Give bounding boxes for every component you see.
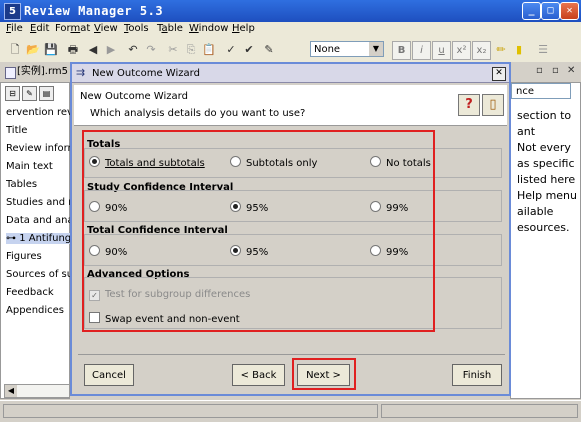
toolbar: 🗋 📂 💾 🖶 ◀ ▶ ↶ ↷ ✂ ⎘ 📋 ✓ ✔ ✎ None ▼ B i u… bbox=[0, 38, 581, 63]
tree-item[interactable]: Tables bbox=[6, 179, 71, 190]
tree-item-label: 1 Antifunga bbox=[19, 233, 71, 244]
guidance-pane: nce section to ant Not every as specific… bbox=[510, 82, 581, 399]
back-button[interactable]: < Back bbox=[232, 364, 285, 386]
collapse-icon[interactable]: ⊟ bbox=[5, 86, 20, 101]
next-highlight-frame bbox=[292, 358, 356, 390]
list-icon[interactable]: ☰ bbox=[532, 41, 554, 59]
maximize-icon[interactable]: □ bbox=[541, 2, 560, 20]
new-file-icon[interactable]: 🗋 bbox=[6, 41, 24, 59]
outline-tree: ⊟✎▤ ervention review Title Review inform… bbox=[0, 82, 71, 399]
close-icon[interactable]: ✕ bbox=[560, 2, 579, 20]
superscript-button[interactable]: x² bbox=[452, 41, 471, 60]
cut-icon[interactable]: ✂ bbox=[164, 41, 182, 59]
menu-format[interactable]: Format bbox=[55, 23, 90, 34]
guidance-text: esources. bbox=[517, 221, 570, 234]
bold-button[interactable]: B bbox=[392, 41, 411, 60]
menu-tools[interactable]: Tools bbox=[124, 23, 149, 34]
guidance-text: section to bbox=[517, 109, 572, 122]
minimize-icon[interactable]: _ bbox=[522, 2, 541, 20]
spellcheck-icon[interactable]: ✓ bbox=[222, 41, 240, 59]
status-field bbox=[3, 404, 378, 418]
close-icon[interactable]: ✕ bbox=[567, 65, 575, 76]
notes-icon[interactable]: ✎ bbox=[260, 41, 278, 59]
scroll-left-icon[interactable]: ◀ bbox=[5, 385, 17, 397]
style-select[interactable]: None ▼ bbox=[310, 41, 384, 57]
tree-item-selected[interactable]: ⊶ 1 Antifunga bbox=[6, 233, 71, 244]
dialog-title-bar[interactable]: ⇉ New Outcome Wizard ✕ bbox=[72, 64, 509, 83]
review-tab-label: [实例].rm5 bbox=[17, 66, 69, 77]
highlight-frame bbox=[82, 130, 435, 332]
expand-icon[interactable]: ⊶ bbox=[6, 233, 19, 244]
tree-item[interactable]: Title bbox=[6, 125, 71, 136]
forward-arrow-icon[interactable]: ▶ bbox=[102, 41, 120, 59]
wizard-header-question: Which analysis details do you want to us… bbox=[90, 108, 306, 119]
horizontal-scrollbar[interactable]: ◀ bbox=[4, 384, 70, 398]
menu-view[interactable]: View bbox=[94, 23, 118, 34]
guidance-text: Not every bbox=[517, 141, 571, 154]
chevron-down-icon: ▼ bbox=[369, 42, 383, 56]
tree-item[interactable]: Data and anal bbox=[6, 215, 71, 226]
app-title-bar[interactable]: 5 Review Manager 5.3 _ □ ✕ bbox=[0, 0, 581, 22]
tree-item[interactable]: Sources of sup bbox=[6, 269, 71, 280]
menu-window[interactable]: Window bbox=[189, 23, 228, 34]
maximize-icon[interactable]: ▫ bbox=[552, 65, 559, 76]
note-icon[interactable]: ▮ bbox=[510, 41, 528, 59]
redo-icon[interactable]: ↷ bbox=[142, 41, 160, 59]
underline-button[interactable]: u bbox=[432, 41, 451, 60]
wizard-header: New Outcome Wizard Which analysis detail… bbox=[74, 85, 507, 126]
undo-icon[interactable]: ↶ bbox=[124, 41, 142, 59]
finish-button[interactable]: Finish bbox=[452, 364, 502, 386]
menu-help[interactable]: Help bbox=[232, 23, 255, 34]
edit-icon[interactable]: ✎ bbox=[22, 86, 37, 101]
handbook-button[interactable]: ▯ bbox=[482, 94, 504, 116]
tree-item[interactable]: Main text bbox=[6, 161, 71, 172]
open-folder-icon[interactable]: 📂 bbox=[24, 41, 42, 59]
tree-item[interactable]: Feedback bbox=[6, 287, 71, 298]
italic-button[interactable]: i bbox=[412, 41, 431, 60]
tree-item[interactable]: Studies and re bbox=[6, 197, 71, 208]
app-icon: 5 bbox=[4, 3, 21, 20]
menu-edit[interactable]: Edit bbox=[30, 23, 49, 34]
status-field bbox=[381, 404, 578, 418]
copy-icon[interactable]: ⎘ bbox=[182, 41, 200, 59]
menu-bar: File Edit Format View Tools Table Window… bbox=[0, 22, 581, 38]
guidance-text: listed here bbox=[517, 173, 576, 186]
highlight-icon[interactable]: ✏ bbox=[492, 41, 510, 59]
app-title: Review Manager 5.3 bbox=[24, 4, 164, 18]
bookmark-icon[interactable]: ▤ bbox=[39, 86, 54, 101]
wizard-header-title: New Outcome Wizard bbox=[80, 91, 188, 102]
guidance-text: Help menu bbox=[517, 189, 578, 202]
dialog-title: New Outcome Wizard bbox=[92, 68, 200, 79]
thesaurus-icon[interactable]: ✔ bbox=[240, 41, 258, 59]
tree-toolbar: ⊟ ✎ ▤ bbox=[5, 86, 56, 101]
cancel-button[interactable]: Cancel bbox=[84, 364, 134, 386]
print-icon[interactable]: 🖶 bbox=[64, 41, 82, 59]
document-icon bbox=[5, 67, 16, 79]
tree-item[interactable]: Appendices bbox=[6, 305, 71, 316]
back-arrow-icon[interactable]: ◀ bbox=[84, 41, 102, 59]
guidance-text: ailable bbox=[517, 205, 554, 218]
tree-item[interactable]: ervention review bbox=[6, 107, 71, 118]
review-tab[interactable]: [实例].rm5 bbox=[3, 64, 71, 80]
restore-icon[interactable]: ▫ bbox=[536, 65, 543, 76]
paste-icon[interactable]: 📋 bbox=[200, 41, 218, 59]
guidance-tab[interactable]: nce bbox=[511, 83, 571, 99]
wizard-icon: ⇉ bbox=[76, 66, 86, 79]
style-select-value: None bbox=[314, 44, 341, 55]
tree-item[interactable]: Review inform bbox=[6, 143, 71, 154]
menu-file[interactable]: File bbox=[6, 23, 23, 34]
subscript-button[interactable]: x₂ bbox=[472, 41, 491, 60]
menu-table[interactable]: Table bbox=[157, 23, 183, 34]
guidance-text: ant bbox=[517, 125, 536, 138]
close-icon[interactable]: ✕ bbox=[492, 67, 506, 81]
status-bar bbox=[0, 400, 581, 422]
help-button[interactable]: ? bbox=[458, 94, 480, 116]
new-outcome-wizard-dialog: ⇉ New Outcome Wizard ✕ New Outcome Wizar… bbox=[70, 62, 511, 396]
tree-item[interactable]: Figures bbox=[6, 251, 71, 262]
guidance-text: as specific bbox=[517, 157, 575, 170]
save-icon[interactable]: 💾 bbox=[42, 41, 60, 59]
divider bbox=[78, 354, 505, 355]
